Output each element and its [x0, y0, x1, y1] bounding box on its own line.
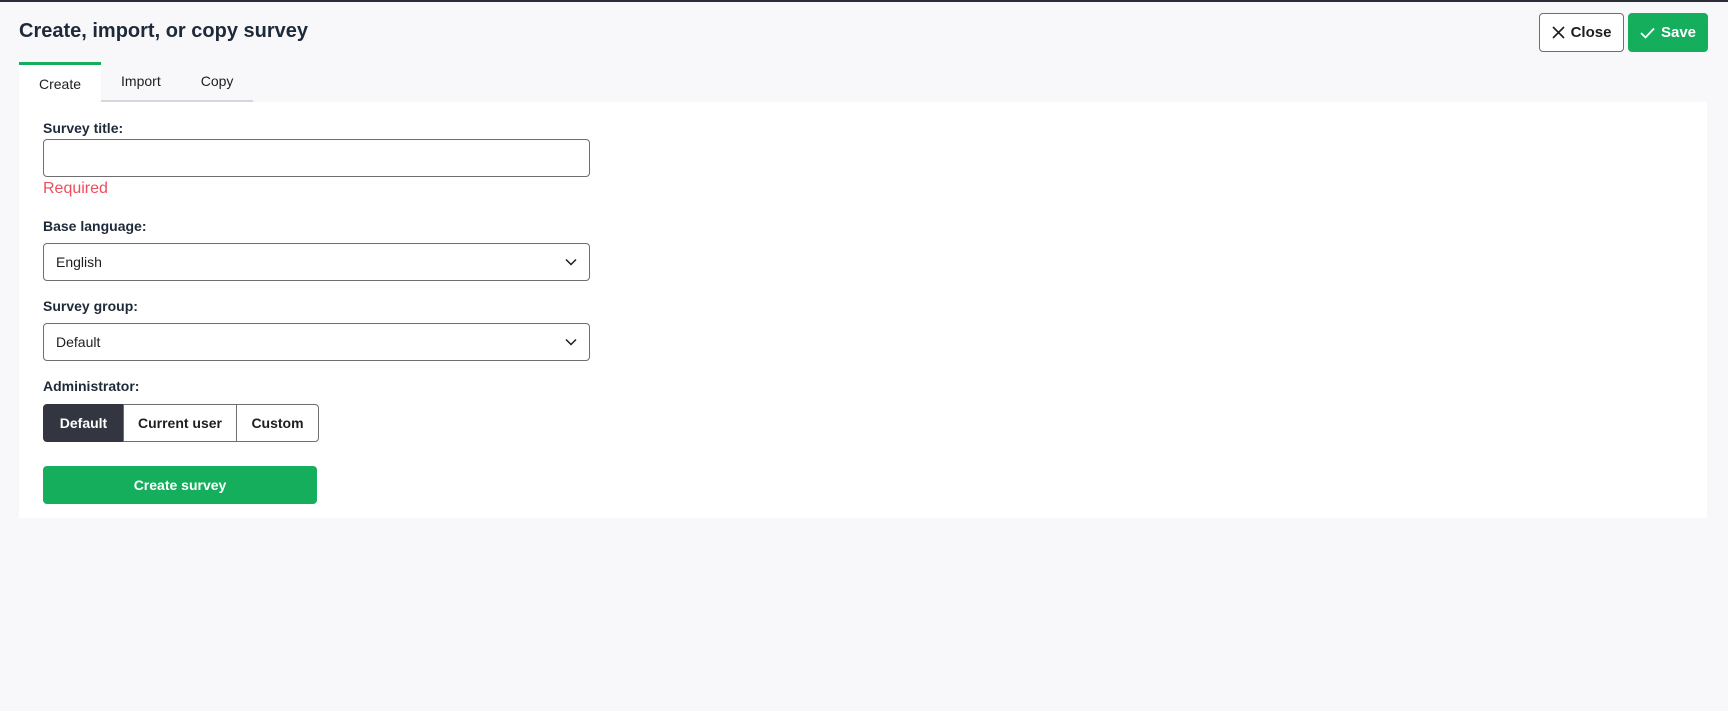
administrator-option-custom[interactable]: Custom	[236, 404, 319, 442]
base-language-label: Base language:	[43, 218, 147, 234]
base-language-value: English	[56, 254, 102, 270]
tab-bar: Create Import Copy	[19, 62, 254, 102]
survey-group-label: Survey group:	[43, 298, 138, 314]
administrator-option-default[interactable]: Default	[43, 404, 124, 442]
save-button-label: Save	[1660, 24, 1697, 41]
create-panel: Survey title: Required Base language: En…	[19, 102, 1707, 518]
top-actions: Close Save	[1539, 13, 1708, 52]
survey-group-select[interactable]: Default	[43, 323, 590, 361]
chevron-down-icon	[565, 258, 577, 266]
tab-copy[interactable]: Copy	[180, 62, 254, 102]
tab-create[interactable]: Create	[19, 62, 102, 102]
survey-title-input[interactable]	[43, 139, 590, 177]
administrator-option-current-user[interactable]: Current user	[123, 404, 237, 442]
survey-group-value: Default	[56, 334, 101, 350]
administrator-label: Administrator:	[43, 378, 140, 394]
page-title: Create, import, or copy survey	[19, 20, 308, 42]
save-button[interactable]: Save	[1628, 13, 1708, 52]
administrator-toggle-group: Default Current user Custom	[43, 404, 319, 442]
tab-import[interactable]: Import	[101, 62, 181, 102]
close-button[interactable]: Close	[1539, 13, 1624, 52]
survey-title-error: Required	[43, 180, 108, 197]
create-survey-button[interactable]: Create survey	[43, 466, 317, 504]
base-language-select[interactable]: English	[43, 243, 590, 281]
close-icon	[1551, 26, 1565, 39]
close-button-label: Close	[1570, 24, 1612, 41]
chevron-down-icon	[565, 338, 577, 346]
check-icon	[1640, 27, 1655, 39]
survey-title-label: Survey title:	[43, 120, 124, 136]
